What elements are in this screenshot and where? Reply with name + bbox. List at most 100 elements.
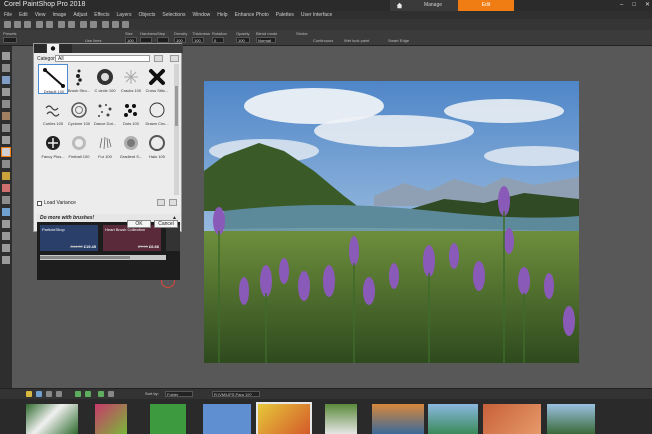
- promo-card-particleshop[interactable]: ParticleShop £44.00 £19.45: [40, 225, 98, 251]
- brush-item-cross-stitch[interactable]: Cross Stitc...: [142, 64, 172, 94]
- brush-item-halo[interactable]: Halo 100: [142, 130, 172, 160]
- expand-panel-button[interactable]: [157, 199, 165, 206]
- brush-grid-scrollbar[interactable]: [174, 64, 179, 195]
- maximize-button[interactable]: □: [632, 0, 636, 11]
- brush-item-drawn-circle[interactable]: Drawn Circ...: [142, 97, 172, 127]
- menu-selections[interactable]: Selections: [162, 11, 185, 19]
- brush-tip-button[interactable]: [47, 44, 59, 53]
- promo-card-partial[interactable]: [166, 225, 180, 251]
- redo-icon[interactable]: [46, 21, 53, 28]
- menu-view[interactable]: View: [35, 11, 46, 19]
- thickness-field[interactable]: 100: [192, 37, 204, 43]
- tab-home[interactable]: [390, 0, 408, 11]
- flood-fill-tool-icon[interactable]: [2, 208, 10, 216]
- rotate-left-icon[interactable]: [75, 391, 81, 397]
- red-eye-tool-icon[interactable]: [2, 136, 10, 144]
- layers-palette-icon[interactable]: [112, 21, 119, 28]
- close-button[interactable]: ✕: [645, 0, 650, 11]
- thumbnail-heart[interactable]: [203, 404, 251, 434]
- wet-look-paint-checkbox[interactable]: Wet look paint: [344, 38, 369, 43]
- thumbnail-lake[interactable]: [547, 404, 595, 434]
- share-icon[interactable]: [98, 391, 104, 397]
- save-icon[interactable]: [24, 21, 31, 28]
- thumbnail-canyon[interactable]: [372, 404, 424, 434]
- menu-objects[interactable]: Objects: [138, 11, 155, 19]
- list-view-icon[interactable]: [56, 391, 62, 397]
- resize-icon[interactable]: [68, 21, 75, 28]
- load-variance-checkbox[interactable]: [37, 200, 42, 206]
- pen-tool-icon[interactable]: [2, 244, 10, 252]
- presets-dropdown[interactable]: [3, 37, 17, 43]
- minimize-button[interactable]: –: [620, 0, 623, 11]
- menu-user-interface[interactable]: User Interface: [301, 11, 332, 19]
- rotation-field[interactable]: 0: [212, 37, 224, 43]
- thumbnail-rocks[interactable]: [483, 404, 541, 434]
- preset-shape-tool-icon[interactable]: [2, 232, 10, 240]
- thumbnail-flowers[interactable]: [95, 404, 127, 434]
- promo-scrollbar[interactable]: [40, 255, 166, 260]
- menu-edit[interactable]: Edit: [19, 11, 28, 19]
- continuous-checkbox[interactable]: Continuous: [313, 38, 333, 43]
- opacity-field[interactable]: 100: [236, 37, 250, 43]
- sort-by-dropdown[interactable]: Folder: [165, 391, 193, 397]
- menu-enhance-photo[interactable]: Enhance Photo: [235, 11, 269, 19]
- new-file-icon[interactable]: [4, 21, 11, 28]
- collapse-panel-button[interactable]: [169, 199, 177, 206]
- scrollbar-thumb[interactable]: [175, 86, 178, 126]
- materials-palette-icon[interactable]: [122, 21, 129, 28]
- eraser-tool-icon[interactable]: [2, 196, 10, 204]
- thumbnail-lotus[interactable]: [26, 404, 78, 434]
- category-dropdown[interactable]: All: [55, 55, 150, 62]
- menu-help[interactable]: Help: [217, 11, 227, 19]
- menu-palettes[interactable]: Palettes: [276, 11, 294, 19]
- grid-view-icon[interactable]: [46, 391, 52, 397]
- menu-adjust[interactable]: Adjust: [73, 11, 87, 19]
- rotate-right-icon[interactable]: [85, 391, 91, 397]
- import-brush-button[interactable]: [154, 55, 163, 62]
- thumbnail-leaves[interactable]: [150, 404, 186, 434]
- smart-edge-checkbox[interactable]: Smart Edge: [388, 38, 409, 43]
- crop-tool-icon[interactable]: [2, 112, 10, 120]
- thumbnail-coast[interactable]: [428, 404, 478, 434]
- rotate-icon[interactable]: [80, 21, 87, 28]
- paint-brush-tool-icon[interactable]: [1, 147, 11, 157]
- menu-window[interactable]: Window: [193, 11, 211, 19]
- thumbnail-painting[interactable]: [256, 402, 312, 434]
- straighten-tool-icon[interactable]: [2, 124, 10, 132]
- text-tool-icon[interactable]: [2, 220, 10, 228]
- promo-scrollbar-thumb[interactable]: [40, 256, 130, 259]
- menu-image[interactable]: Image: [52, 11, 66, 19]
- brush-menu-button[interactable]: [170, 55, 179, 62]
- selection-tool-icon[interactable]: [2, 88, 10, 96]
- dropper-tool-icon[interactable]: [2, 100, 10, 108]
- thumbnail-bird[interactable]: [325, 404, 357, 434]
- tab-edit[interactable]: Edit: [458, 0, 514, 11]
- ok-button[interactable]: OK: [127, 220, 151, 228]
- pan-tool-icon[interactable]: [2, 52, 10, 60]
- delete-icon[interactable]: [108, 391, 114, 397]
- clone-brush-tool-icon[interactable]: [2, 184, 10, 192]
- one-step-fix-icon[interactable]: [102, 21, 109, 28]
- open-file-icon[interactable]: [14, 21, 21, 28]
- view-icon[interactable]: [36, 391, 42, 397]
- flip-icon[interactable]: [90, 21, 97, 28]
- lighten-darken-tool-icon[interactable]: [2, 172, 10, 180]
- photo-canvas[interactable]: [204, 81, 579, 363]
- smudge-tool-icon[interactable]: [2, 160, 10, 168]
- tab-manage[interactable]: Manage: [408, 0, 458, 11]
- presets-button[interactable]: [34, 44, 46, 53]
- undo-icon[interactable]: [36, 21, 43, 28]
- menu-layers[interactable]: Layers: [116, 11, 131, 19]
- pick-tool-icon[interactable]: [2, 76, 10, 84]
- crop-icon[interactable]: [58, 21, 65, 28]
- zoom-tool-icon[interactable]: [2, 64, 10, 72]
- menu-effects[interactable]: Effects: [94, 11, 109, 19]
- cancel-button[interactable]: Cancel: [154, 220, 178, 228]
- promo-card-heart-brush[interactable]: Heart Brush Collection £7.99 £6.66: [103, 225, 161, 251]
- warp-brush-tool-icon[interactable]: [2, 256, 10, 264]
- brush-options-button[interactable]: [60, 44, 72, 53]
- blend-mode-dropdown[interactable]: Normal: [256, 37, 276, 43]
- folder-icon[interactable]: [26, 391, 32, 397]
- menu-file[interactable]: File: [4, 11, 12, 19]
- folder-path-dropdown[interactable]: R:\VM\UPS Paro 19?: [212, 391, 260, 397]
